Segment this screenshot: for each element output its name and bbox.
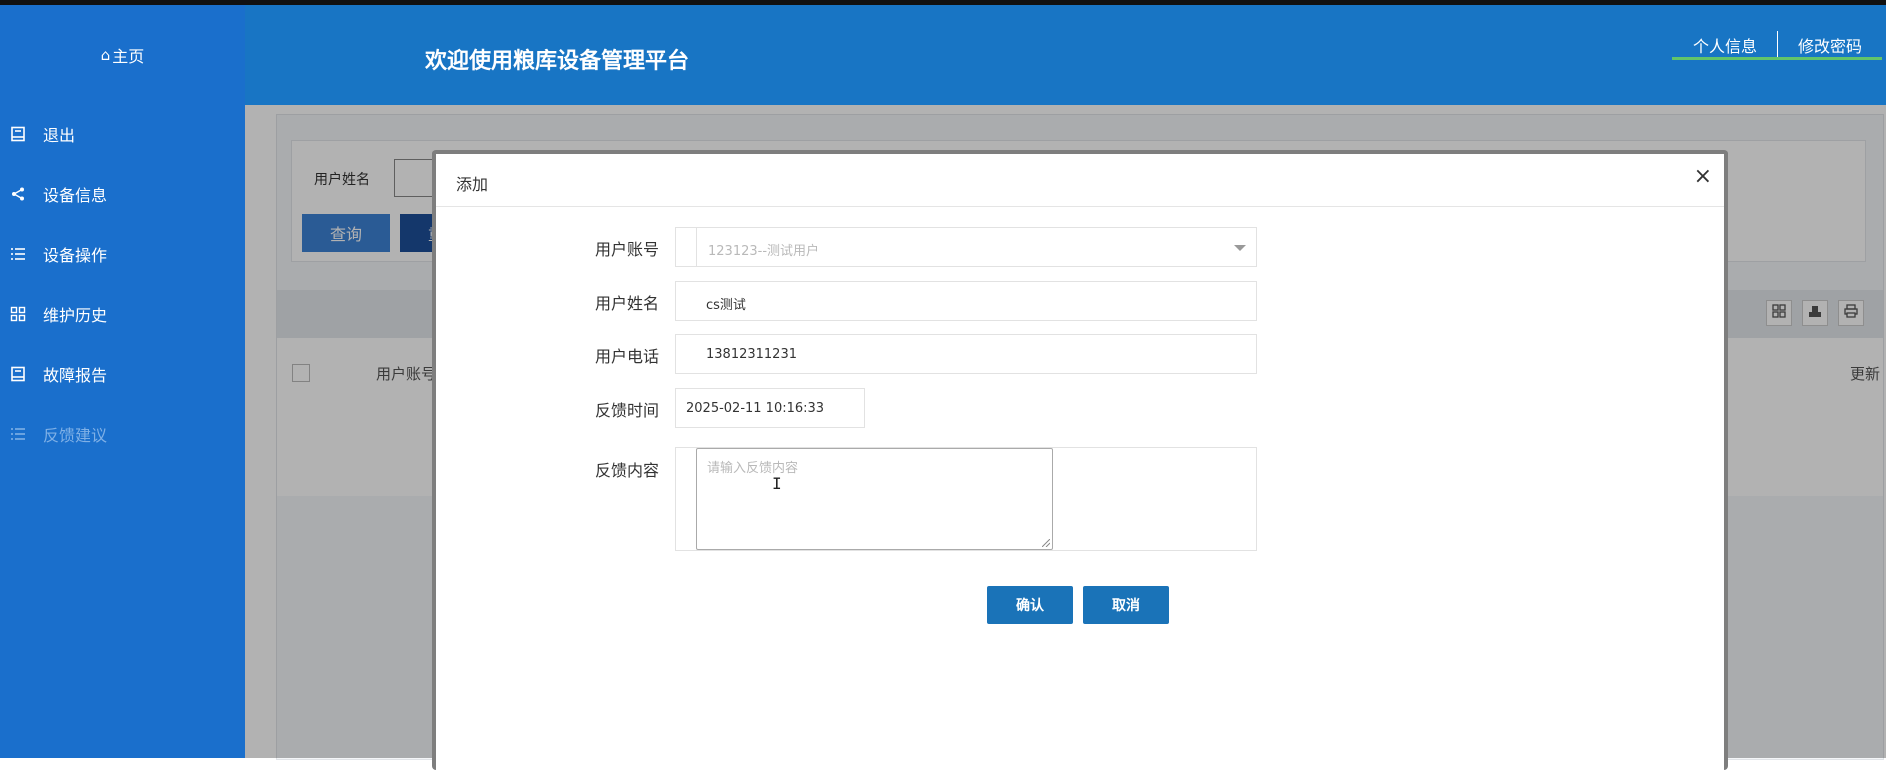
- change-password-link[interactable]: 修改密码: [1776, 31, 1882, 59]
- sidebar-item-label: 反馈建议: [43, 426, 108, 445]
- header-active-underline: [1672, 57, 1882, 60]
- sidebar: 退出 设备信息 设备操作 维护历史 故障报告 反馈建议: [0, 105, 245, 758]
- site-title: 欢迎使用粮库设备管理平台: [425, 49, 690, 74]
- home-label: 主页: [112, 47, 145, 66]
- account-label: 用户账号: [595, 240, 660, 259]
- name-field[interactable]: cs测试: [675, 281, 1257, 321]
- close-icon[interactable]: ×: [1694, 166, 1712, 188]
- name-field-value: cs测试: [706, 298, 746, 313]
- text-cursor-icon: I: [772, 474, 782, 493]
- chevron-down-icon: [1234, 245, 1246, 251]
- home-icon: ⌂: [100, 46, 111, 64]
- sidebar-item-maintenance-history[interactable]: 维护历史: [0, 294, 245, 334]
- sidebar-item-label: 退出: [43, 126, 76, 145]
- content-field-wrapper: 请输入反馈内容: [675, 447, 1257, 551]
- content-placeholder: 请输入反馈内容: [707, 461, 799, 476]
- profile-link[interactable]: 个人信息: [1673, 31, 1777, 59]
- sidebar-item-device-info[interactable]: 设备信息: [0, 174, 245, 214]
- book-icon: [9, 125, 27, 143]
- phone-field[interactable]: 13812311231: [675, 334, 1257, 374]
- sidebar-item-label: 维护历史: [43, 306, 108, 325]
- time-field[interactable]: 2025-02-11 10:16:33: [675, 388, 865, 428]
- dialog-title: 添加: [456, 175, 489, 194]
- dialog-header: 添加 ×: [436, 154, 1724, 207]
- sidebar-item-label: 设备操作: [43, 246, 108, 265]
- time-label: 反馈时间: [595, 401, 660, 420]
- app-header: ⌂ 主页 欢迎使用粮库设备管理平台 个人信息 修改密码: [0, 5, 1886, 105]
- share-icon: [9, 185, 27, 203]
- account-select[interactable]: 123123--测试用户: [675, 227, 1257, 267]
- sidebar-item-feedback[interactable]: 反馈建议: [0, 414, 245, 454]
- resize-handle-icon[interactable]: [1042, 539, 1050, 547]
- home-link[interactable]: ⌂ 主页: [0, 5, 245, 105]
- header-links: 个人信息 修改密码: [1673, 31, 1882, 59]
- account-select-value: 123123--测试用户: [708, 244, 820, 259]
- sidebar-item-logout[interactable]: 退出: [0, 114, 245, 154]
- sidebar-item-label: 故障报告: [43, 366, 108, 385]
- list-icon: [9, 245, 27, 263]
- time-field-value: 2025-02-11 10:16:33: [686, 401, 825, 416]
- add-feedback-dialog: 添加 × 用户账号 123123--测试用户 用户姓名 cs测试 用户电话 13…: [432, 150, 1728, 770]
- phone-field-value: 13812311231: [706, 347, 797, 362]
- sidebar-item-label: 设备信息: [43, 186, 108, 205]
- select-prefix: [676, 228, 697, 266]
- confirm-button[interactable]: 确认: [987, 586, 1073, 624]
- content-label: 反馈内容: [595, 461, 660, 480]
- cancel-button[interactable]: 取消: [1083, 586, 1169, 624]
- grid-icon: [9, 305, 27, 323]
- phone-label: 用户电话: [595, 347, 660, 366]
- sidebar-item-fault-report[interactable]: 故障报告: [0, 354, 245, 394]
- book-icon: [9, 365, 27, 383]
- content-textarea[interactable]: 请输入反馈内容: [696, 448, 1053, 550]
- sidebar-item-device-operation[interactable]: 设备操作: [0, 234, 245, 274]
- name-label: 用户姓名: [595, 294, 660, 313]
- list-icon: [9, 425, 27, 443]
